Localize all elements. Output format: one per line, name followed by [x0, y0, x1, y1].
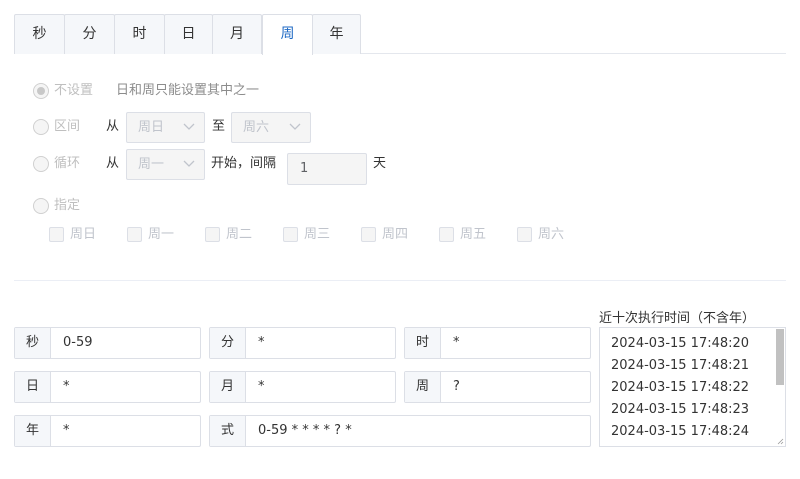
checkbox-label: 周三: [304, 227, 331, 242]
resize-handle-icon[interactable]: [777, 438, 784, 445]
loop-from-value: 周一: [138, 157, 165, 172]
checkbox-box[interactable]: [127, 227, 142, 242]
specify-radio[interactable]: [33, 198, 49, 214]
tab-second[interactable]: 秒: [14, 14, 65, 54]
tab-day[interactable]: 日: [164, 14, 213, 54]
field-expression[interactable]: 式 0-59 * * * * ? *: [209, 415, 591, 447]
loop-interval-value: 1: [300, 161, 309, 176]
range-from-value: 周日: [138, 120, 165, 135]
field-prefix: 月: [210, 372, 246, 402]
range-from-select[interactable]: 周日: [126, 112, 205, 143]
field-value: *: [63, 379, 70, 394]
range-to-select[interactable]: 周六: [231, 112, 311, 143]
unset-label: 不设置: [54, 83, 94, 98]
option-range[interactable]: 区间: [33, 119, 93, 139]
recent-item: 2024-03-15 17:48:20: [611, 336, 750, 351]
loop-label: 循环: [54, 156, 81, 171]
field-value: 0-59 * * * * ? *: [258, 423, 352, 438]
recent-title: 近十次执行时间（不含年）: [599, 311, 756, 326]
range-to-value: 周六: [243, 120, 270, 135]
chevron-down-icon: [289, 123, 301, 130]
loop-from-select[interactable]: 周一: [126, 149, 205, 180]
checkbox-box[interactable]: [517, 227, 532, 242]
option-loop[interactable]: 循环: [33, 156, 93, 176]
field-prefix: 时: [405, 328, 441, 358]
checkbox-box[interactable]: [283, 227, 298, 242]
loop-radio[interactable]: [33, 156, 49, 172]
checkbox-label: 周四: [382, 227, 409, 242]
field-value: *: [258, 335, 265, 350]
loop-interval-input[interactable]: 1: [287, 153, 367, 185]
range-radio[interactable]: [33, 119, 49, 135]
recent-item: 2024-03-15 17:48:21: [611, 358, 750, 373]
checkbox-label: 周日: [70, 227, 97, 242]
field-prefix: 分: [210, 328, 246, 358]
tab-minute[interactable]: 分: [64, 14, 115, 54]
divider: [14, 280, 786, 281]
chevron-down-icon: [183, 160, 195, 167]
checkbox-label: 周一: [148, 227, 175, 242]
tab-bar: 秒 分 时 日 月 周 年: [14, 14, 786, 55]
checkbox-label: 周五: [460, 227, 487, 242]
unset-radio[interactable]: [33, 83, 49, 99]
tab-week[interactable]: 周: [262, 14, 313, 55]
unset-hint: 日和周只能设置其中之一: [116, 83, 260, 98]
recent-runs-textarea[interactable]: 2024-03-15 17:48:20 2024-03-15 17:48:21 …: [599, 327, 786, 447]
recent-item: 2024-03-15 17:48:24: [611, 424, 750, 439]
range-from-word: 从: [106, 119, 120, 134]
field-prefix: 秒: [15, 328, 51, 358]
weekday-checkbox-group: 周日 周一 周二 周三 周四 周五 周六: [49, 226, 589, 244]
field-second[interactable]: 秒 0-59: [14, 327, 201, 359]
field-value: *: [258, 379, 265, 394]
field-hour[interactable]: 时 *: [404, 327, 591, 359]
field-value: *: [63, 423, 70, 438]
checkbox-box[interactable]: [205, 227, 220, 242]
tab-year[interactable]: 年: [312, 14, 361, 54]
loop-from-word: 从: [106, 156, 120, 171]
checkbox-box[interactable]: [439, 227, 454, 242]
field-value: *: [453, 335, 460, 350]
range-to-word: 至: [212, 119, 226, 134]
field-minute[interactable]: 分 *: [209, 327, 396, 359]
scrollbar-thumb[interactable]: [776, 329, 784, 385]
field-prefix: 式: [210, 416, 246, 446]
field-prefix: 日: [15, 372, 51, 402]
field-week[interactable]: 周 ?: [404, 371, 591, 403]
specify-label: 指定: [54, 198, 81, 213]
checkbox-label: 周六: [538, 227, 565, 242]
loop-unit: 天: [373, 156, 387, 171]
option-specify[interactable]: 指定: [33, 198, 93, 218]
tab-month[interactable]: 月: [212, 14, 262, 54]
chevron-down-icon: [183, 123, 195, 130]
field-value: ?: [453, 379, 460, 394]
recent-item: 2024-03-15 17:48:23: [611, 402, 750, 417]
field-year[interactable]: 年 *: [14, 415, 201, 447]
field-prefix: 年: [15, 416, 51, 446]
field-day[interactable]: 日 *: [14, 371, 201, 403]
field-value: 0-59: [63, 335, 93, 350]
field-month[interactable]: 月 *: [209, 371, 396, 403]
tab-hour[interactable]: 时: [114, 14, 165, 54]
range-label: 区间: [54, 119, 81, 134]
checkbox-box[interactable]: [361, 227, 376, 242]
recent-item: 2024-03-15 17:48:22: [611, 380, 750, 395]
checkbox-box[interactable]: [49, 227, 64, 242]
checkbox-label: 周二: [226, 227, 253, 242]
loop-start-text: 开始，间隔: [211, 156, 277, 171]
field-prefix: 周: [405, 372, 441, 402]
